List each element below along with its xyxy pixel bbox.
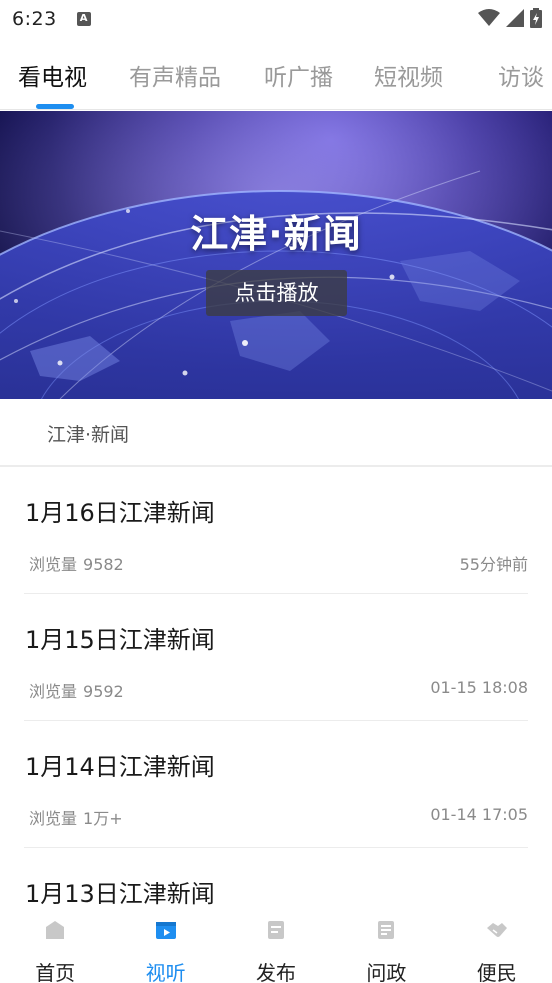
video-icon [155,922,176,939]
views-count: 9592 [83,682,124,701]
nav-publish-label: 发布 [255,961,296,983]
status-bar: 6:23 A [0,0,552,38]
top-tab-bar: 看电视 有声精品 听广播 短视频 访谈 [0,44,552,110]
news-list-item[interactable]: 1月16日江津新闻 浏览量 9582 55分钟前 [24,467,528,594]
news-list-item[interactable]: 1月14日江津新闻 浏览量 1万+ 01-14 17:05 [24,721,528,848]
nav-home-label: 首页 [35,961,76,983]
nav-video-audio[interactable]: 视听 [110,905,220,983]
nav-home[interactable]: 首页 [0,905,110,983]
news-time: 01-15 18:08 [430,678,528,697]
tab-audio-premium[interactable]: 有声精品 [129,58,221,92]
nav-inquiry[interactable]: 问政 [331,905,441,983]
nav-services[interactable]: 便民 [442,905,552,983]
views-count: 1万+ [83,809,123,828]
views-count: 9582 [83,555,124,574]
nav-publish[interactable]: 发布 [221,905,331,983]
nav-services-label: 便民 [476,961,517,983]
signal-icon [506,9,524,27]
bottom-nav-bar: 首页 视听 发布 问政 便民 [0,905,552,983]
tab-interview[interactable]: 访谈 [498,58,544,92]
banner-title: 江津·新闻 [190,212,362,256]
battery-icon [530,8,542,28]
tab-watch-tv[interactable]: 看电视 [18,58,87,92]
active-tab-indicator [36,104,74,109]
tab-short-video[interactable]: 短视频 [374,58,443,92]
news-title: 1月15日江津新闻 [25,626,215,654]
views-label: 浏览量 [29,809,78,828]
news-views: 浏览量 1万+ [29,805,123,829]
news-list-item[interactable]: 1月15日江津新闻 浏览量 9592 01-15 18:08 [24,594,528,721]
status-time: 6:23 [12,8,57,30]
news-title: 1月16日江津新闻 [25,499,215,527]
news-views: 浏览量 9582 [29,551,124,575]
news-time: 55分钟前 [459,555,528,574]
video-banner[interactable]: 江津·新闻 点击播放 [0,111,552,399]
play-button[interactable]: 点击播放 [206,270,347,316]
document-icon [378,921,395,939]
nav-inquiry-label: 问政 [366,961,407,983]
news-title: 1月13日江津新闻 [25,880,215,908]
tab-radio[interactable]: 听广播 [264,58,333,92]
wifi-icon [478,9,500,26]
notification-a-icon: A [76,12,91,26]
home-icon [46,921,65,939]
section-label: 江津·新闻 [47,424,130,446]
handshake-icon [486,923,507,937]
news-title: 1月14日江津新闻 [25,753,215,781]
news-time: 01-14 17:05 [430,805,528,824]
views-label: 浏览量 [29,555,78,574]
news-views: 浏览量 9592 [29,678,124,702]
status-icons [478,8,542,28]
nav-video-audio-label: 视听 [145,961,186,983]
publish-icon [267,921,284,939]
views-label: 浏览量 [29,682,78,701]
